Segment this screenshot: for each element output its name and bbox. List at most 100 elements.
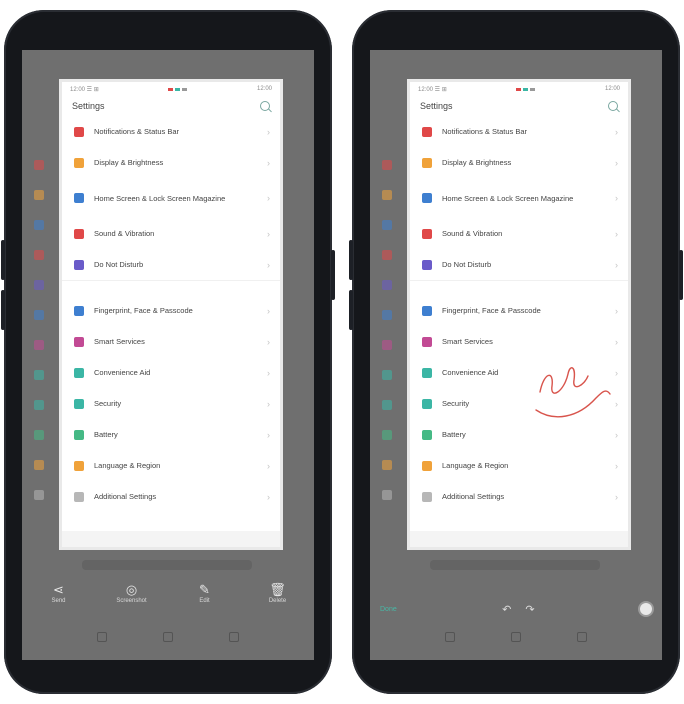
settings-list: Notifications & Status Bar › Display & Bri… bbox=[62, 116, 280, 512]
settings-item-label: Do Not Disturb bbox=[94, 260, 144, 269]
search-icon bbox=[608, 101, 618, 111]
settings-item-label: Display & Brightness bbox=[94, 158, 164, 167]
volume-button bbox=[1, 290, 5, 330]
settings-item-label: Battery bbox=[94, 430, 118, 439]
fingerprint-icon bbox=[422, 305, 432, 316]
redo-icon[interactable]: ↷ bbox=[525, 603, 534, 616]
shield-icon bbox=[422, 398, 432, 409]
back-icon[interactable] bbox=[445, 632, 455, 642]
chevron-right-icon: › bbox=[615, 228, 618, 239]
chevron-right-icon: › bbox=[267, 367, 270, 378]
status-time: 12:00 bbox=[604, 86, 620, 92]
settings-item-label: Additional Settings bbox=[94, 492, 157, 501]
search-icon[interactable] bbox=[260, 101, 270, 111]
globe-icon bbox=[74, 460, 84, 471]
settings-item[interactable]: Fingerprint, Face & Passcode › bbox=[410, 295, 628, 326]
settings-item[interactable]: Do Not Disturb › bbox=[62, 249, 280, 280]
settings-item[interactable]: Do Not Disturb › bbox=[410, 249, 628, 280]
status-icons bbox=[168, 87, 188, 91]
chevron-right-icon: › bbox=[267, 305, 270, 316]
trash-icon: 🗑 bbox=[269, 582, 286, 597]
chevron-right-icon: › bbox=[615, 491, 618, 502]
settings-item[interactable]: Home Screen & Lock Screen Magazine › bbox=[410, 178, 628, 218]
settings-item[interactable]: Security › bbox=[62, 388, 280, 419]
settings-header: Settings bbox=[410, 96, 628, 116]
power-button bbox=[331, 250, 335, 300]
speaker-icon bbox=[422, 228, 432, 239]
preview-shadow bbox=[82, 560, 252, 570]
delete-button[interactable]: 🗑 Delete bbox=[248, 582, 308, 604]
settings-item-label: Home Screen & Lock Screen Magazine bbox=[94, 193, 226, 203]
status-icons bbox=[516, 87, 536, 91]
undo-icon[interactable]: ↶ bbox=[502, 603, 511, 616]
status-bar: 12:00 ☰ ⊞ 12:00 bbox=[62, 82, 280, 96]
back-icon[interactable] bbox=[97, 632, 107, 642]
settings-item[interactable]: Additional Settings › bbox=[410, 481, 628, 512]
globe-icon bbox=[422, 460, 432, 471]
done-button[interactable]: Done bbox=[380, 606, 397, 613]
pen-doodle bbox=[535, 367, 611, 418]
settings-item-label: Home Screen & Lock Screen Magazine bbox=[442, 193, 574, 203]
shield-icon bbox=[74, 398, 84, 409]
recents-icon[interactable] bbox=[229, 632, 239, 642]
home-icon[interactable] bbox=[163, 632, 173, 642]
hand-icon bbox=[74, 367, 84, 378]
bell-icon bbox=[74, 126, 84, 137]
system-nav bbox=[22, 632, 314, 646]
settings-item-label: Convenience Aid bbox=[94, 368, 151, 377]
share-icon: ⋖ bbox=[53, 582, 64, 597]
chevron-right-icon: › bbox=[267, 429, 270, 440]
status-bar: 12:00 ☰ ⊞ 12:00 bbox=[410, 82, 628, 96]
settings-item[interactable]: Convenience Aid › bbox=[62, 357, 280, 388]
sun-icon bbox=[422, 157, 432, 168]
send-button[interactable]: ⋖ Send bbox=[29, 582, 89, 604]
settings-item-label: Smart Services bbox=[94, 337, 145, 346]
preview-shadow bbox=[430, 560, 600, 570]
settings-item[interactable]: Smart Services › bbox=[62, 326, 280, 357]
settings-item[interactable]: Language & Region › bbox=[410, 450, 628, 481]
settings-item[interactable]: Display & Brightness › bbox=[410, 147, 628, 178]
settings-item[interactable]: Sound & Vibration › bbox=[410, 218, 628, 249]
sparkle-icon bbox=[74, 336, 84, 347]
screenshot-button[interactable]: ◎ Screenshot bbox=[102, 582, 162, 604]
recents-icon[interactable] bbox=[577, 632, 587, 642]
preview-nav-strip bbox=[62, 531, 280, 547]
settings-item[interactable]: Fingerprint, Face & Passcode › bbox=[62, 295, 280, 326]
action-label: Send bbox=[51, 598, 66, 604]
settings-item[interactable]: Notifications & Status Bar › bbox=[62, 116, 280, 147]
sparkle-icon bbox=[422, 336, 432, 347]
settings-item[interactable]: Notifications & Status Bar › bbox=[410, 116, 628, 147]
moon-icon bbox=[74, 259, 84, 270]
screenshot-preview[interactable]: 12:00 ☰ ⊞ 12:00 Settings Notifications &… bbox=[62, 82, 280, 547]
screen: 12:00 ☰ ⊞ 12:00 Settings Notifications &… bbox=[22, 50, 314, 660]
edit-toolbar: Done ↶ ↷ bbox=[370, 596, 662, 622]
settings-item-label: Do Not Disturb bbox=[442, 260, 492, 269]
screenshot-edit-canvas[interactable]: 12:00 ☰ ⊞ 12:00 Settings Notifications &… bbox=[410, 82, 628, 547]
background-app-icons bbox=[382, 160, 392, 520]
settings-item[interactable]: Battery › bbox=[62, 419, 280, 450]
hand-icon bbox=[422, 367, 432, 378]
battery-icon bbox=[422, 429, 432, 440]
edit-button[interactable]: ✎ Edit bbox=[175, 582, 235, 604]
chevron-right-icon: › bbox=[267, 398, 270, 409]
grid-icon bbox=[74, 193, 84, 203]
grid-icon bbox=[422, 193, 432, 203]
settings-item-label: Language & Region bbox=[442, 461, 509, 470]
chevron-right-icon: › bbox=[267, 460, 270, 471]
chevron-right-icon: › bbox=[267, 228, 270, 239]
settings-item[interactable]: Display & Brightness › bbox=[62, 147, 280, 178]
settings-item[interactable]: Home Screen & Lock Screen Magazine › bbox=[62, 178, 280, 218]
chevron-right-icon: › bbox=[615, 157, 618, 168]
settings-item[interactable]: Language & Region › bbox=[62, 450, 280, 481]
section-divider bbox=[410, 280, 628, 295]
status-time: 12:00 bbox=[256, 86, 272, 92]
chevron-right-icon: › bbox=[615, 126, 618, 137]
action-label: Screenshot bbox=[116, 598, 147, 604]
home-icon[interactable] bbox=[511, 632, 521, 642]
settings-item[interactable]: Sound & Vibration › bbox=[62, 218, 280, 249]
settings-item-label: Fingerprint, Face & Passcode bbox=[94, 306, 193, 315]
settings-item-label: Notifications & Status Bar bbox=[442, 127, 528, 136]
chevron-right-icon: › bbox=[267, 259, 270, 270]
pen-color-picker[interactable] bbox=[640, 603, 652, 615]
settings-item[interactable]: Additional Settings › bbox=[62, 481, 280, 512]
